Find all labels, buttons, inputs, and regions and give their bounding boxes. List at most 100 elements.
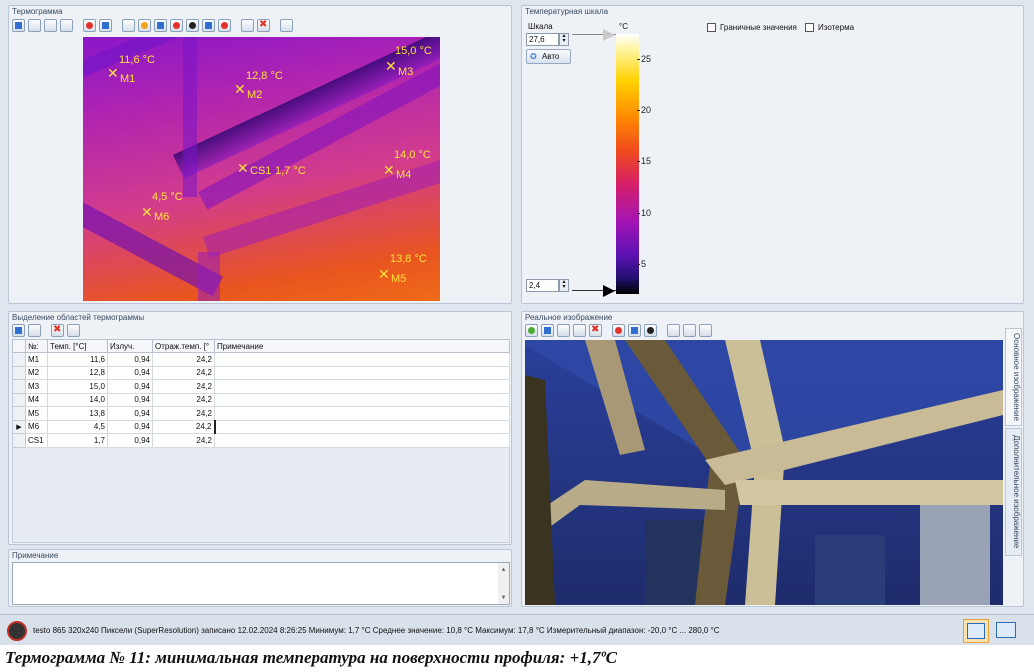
histogram-icon[interactable] [202,19,215,32]
scale-min-spinner[interactable]: ▴ ▾ [559,279,569,292]
copy-icon[interactable] [28,324,41,337]
cell-id: M6 [25,419,48,434]
scale-min-input[interactable]: 2,4 [526,279,559,292]
save-icon[interactable] [541,324,554,337]
layout-single-icon[interactable] [963,619,989,643]
table-row[interactable]: M4 14,0 0,94 24,2 [12,392,510,407]
cell-emissivity[interactable]: 0,94 [107,365,153,380]
cell-reflected-temp[interactable]: 24,2 [152,365,215,380]
palette-icon[interactable] [122,19,135,32]
save-icon[interactable] [12,324,25,337]
cell-reflected-temp[interactable]: 24,2 [152,433,215,448]
cell-note[interactable] [214,406,510,421]
status-text: testo 865 320x240 Пиксели (SuperResoluti… [33,626,720,635]
cell-emissivity[interactable]: 0,94 [107,379,153,394]
scale-max-input[interactable]: 27,6 [526,33,559,46]
layout-dual-icon[interactable] [993,619,1019,643]
coldspot-icon[interactable] [154,19,167,32]
paste-icon[interactable] [573,324,586,337]
tab-extra-image[interactable]: Дополнительное изображение [1005,428,1022,556]
hotspot-icon[interactable] [138,19,151,32]
limits-checkbox[interactable] [707,23,716,32]
auto-button-label: Авто [541,52,560,61]
cell-note[interactable] [214,379,510,394]
zoom-in-icon[interactable] [667,324,680,337]
table-row[interactable]: M1 11,6 0,94 24,2 [12,352,510,367]
cell-reflected-temp[interactable]: 24,2 [152,406,215,421]
cell-reflected-temp[interactable]: 24,2 [152,419,215,434]
column-header[interactable]: Излуч. [107,339,153,353]
flip-horizontal-icon[interactable] [83,19,96,32]
cell-temp[interactable]: 12,8 [47,365,108,380]
table-row[interactable]: M2 12,8 0,94 24,2 [12,365,510,380]
cell-temp[interactable]: 14,0 [47,392,108,407]
table-row[interactable]: M5 13,8 0,94 24,2 [12,406,510,421]
cell-temp[interactable]: 1,7 [47,433,108,448]
table-row-selected[interactable]: ▶ M6 4,5 0,94 24,2 [12,419,510,434]
grid-icon[interactable] [280,19,293,32]
measure-point-icon[interactable] [170,19,183,32]
cell-temp[interactable]: 15,0 [47,379,108,394]
cell-emissivity[interactable]: 0,94 [107,419,153,434]
column-header[interactable]: Темп. [°C] [47,339,108,353]
profile-icon[interactable] [218,19,231,32]
marker-cross-icon: ✕ [385,58,397,74]
paste-icon[interactable] [44,19,57,32]
cell-temp[interactable]: 11,6 [47,352,108,367]
column-header[interactable]: Отраж.темп. [° [152,339,215,353]
scale-max-spinner[interactable]: ▴ ▾ [559,33,569,46]
row-selector[interactable] [12,379,26,394]
zoom-fit-icon[interactable] [699,324,712,337]
table-row[interactable]: M3 15,0 0,94 24,2 [12,379,510,394]
flip-horizontal-icon[interactable] [612,324,625,337]
auto-button[interactable]: ✪ Авто [526,49,571,64]
row-selector[interactable] [12,365,26,380]
row-selector[interactable] [12,392,26,407]
cell-reflected-temp[interactable]: 24,2 [152,352,215,367]
delete-region-icon[interactable] [51,324,64,337]
column-header[interactable]: Примечание [214,339,510,353]
no-marker-icon[interactable] [186,19,199,32]
print-icon[interactable] [60,19,73,32]
cell-note[interactable] [214,352,510,367]
copy-icon[interactable] [557,324,570,337]
column-header[interactable]: №: [25,339,48,353]
note-scrollbar[interactable]: ▲ ▼ [498,563,509,604]
row-selector-arrow-icon[interactable]: ▶ [12,419,26,434]
real-photo[interactable] [525,340,1003,605]
color-scale-bar [616,34,639,294]
cell-emissivity[interactable]: 0,94 [107,352,153,367]
cell-emissivity[interactable]: 0,94 [107,406,153,421]
cell-note[interactable] [214,392,510,407]
delete-icon[interactable] [257,19,270,32]
cell-temp[interactable]: 4,5 [47,419,108,434]
regions-panel-title: Выделение областей термограммы [12,313,145,322]
cell-reflected-temp[interactable]: 24,2 [152,392,215,407]
cell-reflected-temp[interactable]: 24,2 [152,379,215,394]
cell-emissivity[interactable]: 0,94 [107,392,153,407]
copy-icon[interactable] [28,19,41,32]
row-selector[interactable] [12,433,26,448]
note-textarea[interactable] [12,562,510,605]
select-area-icon[interactable] [241,19,254,32]
tab-main-image[interactable]: Основное изображение [1005,328,1022,426]
table-row[interactable]: CS1 1,7 0,94 24,2 [12,433,510,448]
row-selector[interactable] [12,406,26,421]
pin-icon[interactable] [67,324,80,337]
contrast-icon[interactable] [644,324,657,337]
flip-vertical-icon[interactable] [99,19,112,32]
delete-icon[interactable] [589,324,602,337]
flip-vertical-icon[interactable] [628,324,641,337]
zoom-out-icon[interactable] [683,324,696,337]
open-icon[interactable] [525,324,538,337]
isotherm-checkbox[interactable] [805,23,814,32]
cell-note[interactable] [214,433,510,448]
row-selector[interactable] [12,352,26,367]
cell-note[interactable] [214,365,510,380]
save-icon[interactable] [12,19,25,32]
cell-temp[interactable]: 13,8 [47,406,108,421]
cell-note-editing[interactable] [213,419,510,434]
app-window: Термограмма ✕ 11,6 °C M1 ✕ [0,0,1034,645]
thermogram-image[interactable]: ✕ 11,6 °C M1 ✕ 12,8 °C M2 ✕ 15,0 °C M3 ✕… [83,37,440,301]
cell-emissivity[interactable]: 0,94 [107,433,153,448]
